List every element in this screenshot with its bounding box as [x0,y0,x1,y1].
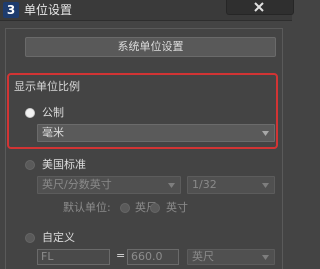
chevron-down-icon [168,183,175,188]
us-standard-unit-dropdown[interactable]: 英尺/分数英寸 [37,176,181,194]
metric-label: 公制 [42,106,64,119]
window-title: 单位设置 [24,3,73,17]
us-standard-unit-value: 英尺/分数英寸 [42,178,112,191]
custom-unit-value: 英尺 [192,250,214,263]
system-unit-setup-button[interactable]: 系统单位设置 [25,37,276,57]
custom-radio[interactable] [25,233,35,243]
equals-sign: = [116,249,126,262]
us-standard-radio[interactable] [25,160,35,170]
inches-radio[interactable] [150,203,160,213]
chevron-down-icon [262,131,269,136]
title-bar: 3 单位设置 [0,0,294,21]
inches-label: 英寸 [166,201,188,214]
chevron-down-icon [262,255,269,260]
custom-label: 自定义 [42,231,75,244]
metric-unit-value: 毫米 [42,126,64,139]
custom-name-input[interactable]: FL [37,249,110,265]
metric-radio[interactable] [25,108,35,118]
close-button[interactable] [226,0,294,15]
us-standard-label: 美国标准 [42,158,86,171]
chevron-down-icon [262,183,269,188]
feet-radio[interactable] [120,203,130,213]
metric-unit-dropdown[interactable]: 毫米 [37,124,275,142]
close-icon [254,2,264,12]
custom-amount-input[interactable]: 660.0 [127,249,179,265]
app-icon: 3 [3,2,19,18]
custom-unit-dropdown[interactable]: 英尺 [187,249,275,265]
custom-name-value: FL [41,250,54,263]
fraction-value: 1/32 [192,178,217,191]
default-unit-label: 默认单位: [63,201,111,214]
fraction-dropdown[interactable]: 1/32 [187,176,275,194]
custom-amount-value: 660.0 [131,250,163,263]
